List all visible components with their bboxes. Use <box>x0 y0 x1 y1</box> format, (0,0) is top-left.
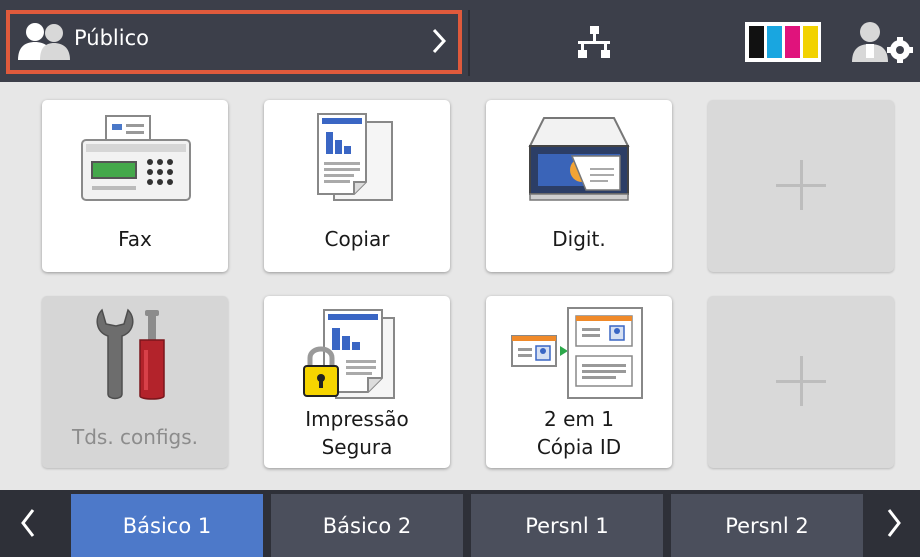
id-copy-label-line1: 2 em 1 <box>544 407 614 431</box>
status-bar: Público <box>0 0 920 82</box>
plus-icon <box>776 356 826 406</box>
all-settings-label: Tds. configs. <box>71 425 199 449</box>
tab-label: Básico 2 <box>322 513 412 538</box>
fax-tile[interactable]: Fax <box>42 100 228 272</box>
secure-print-icon <box>303 309 395 399</box>
tab-prev-button[interactable] <box>0 490 56 557</box>
fax-icon <box>81 115 191 201</box>
chevron-left-icon <box>21 509 35 537</box>
user-label: Público <box>74 26 149 50</box>
fax-label: Fax <box>118 227 152 251</box>
users-icon <box>18 23 70 60</box>
chevron-right-icon <box>887 509 901 537</box>
tools-icon <box>96 308 165 400</box>
admin-settings-icon[interactable] <box>848 20 914 64</box>
add-shortcut-button[interactable] <box>708 100 894 272</box>
add-shortcut-button[interactable] <box>708 296 894 468</box>
copy-label: Copiar <box>324 227 390 251</box>
tab-label: Persnl 2 <box>725 513 809 538</box>
id-copy-icon <box>511 307 643 399</box>
header-divider <box>468 10 470 76</box>
copy-icon <box>317 113 393 201</box>
secure-print-label-line2: Segura <box>321 435 393 459</box>
chevron-right-icon <box>432 28 447 54</box>
tab-label: Persnl 1 <box>525 513 609 538</box>
tab-persnl-1[interactable]: Persnl 1 <box>471 494 663 557</box>
secure-print-tile[interactable]: Impressão Segura <box>264 296 450 468</box>
id-copy-label-line2: Cópia ID <box>536 435 622 459</box>
all-settings-tile[interactable]: Tds. configs. <box>42 296 228 468</box>
toner-icon[interactable] <box>745 22 821 62</box>
tab-persnl-2[interactable]: Persnl 2 <box>671 494 863 557</box>
tab-basico-2[interactable]: Básico 2 <box>271 494 463 557</box>
shortcut-tab-bar: Básico 1 Básico 2 Persnl 1 Persnl 2 <box>0 490 920 557</box>
copy-tile[interactable]: Copiar <box>264 100 450 272</box>
scan-tile[interactable]: Digit. <box>486 100 672 272</box>
scan-label: Digit. <box>552 227 606 251</box>
network-icon[interactable] <box>576 24 612 60</box>
plus-icon <box>776 160 826 210</box>
id-copy-tile[interactable]: 2 em 1 Cópia ID <box>486 296 672 468</box>
tab-basico-1[interactable]: Básico 1 <box>71 494 263 557</box>
user-selector-button[interactable]: Público <box>6 10 462 74</box>
secure-print-label-line1: Impressão <box>305 407 409 431</box>
tab-next-button[interactable] <box>868 490 920 557</box>
tab-label: Básico 1 <box>122 513 212 538</box>
scanner-icon <box>528 117 630 201</box>
